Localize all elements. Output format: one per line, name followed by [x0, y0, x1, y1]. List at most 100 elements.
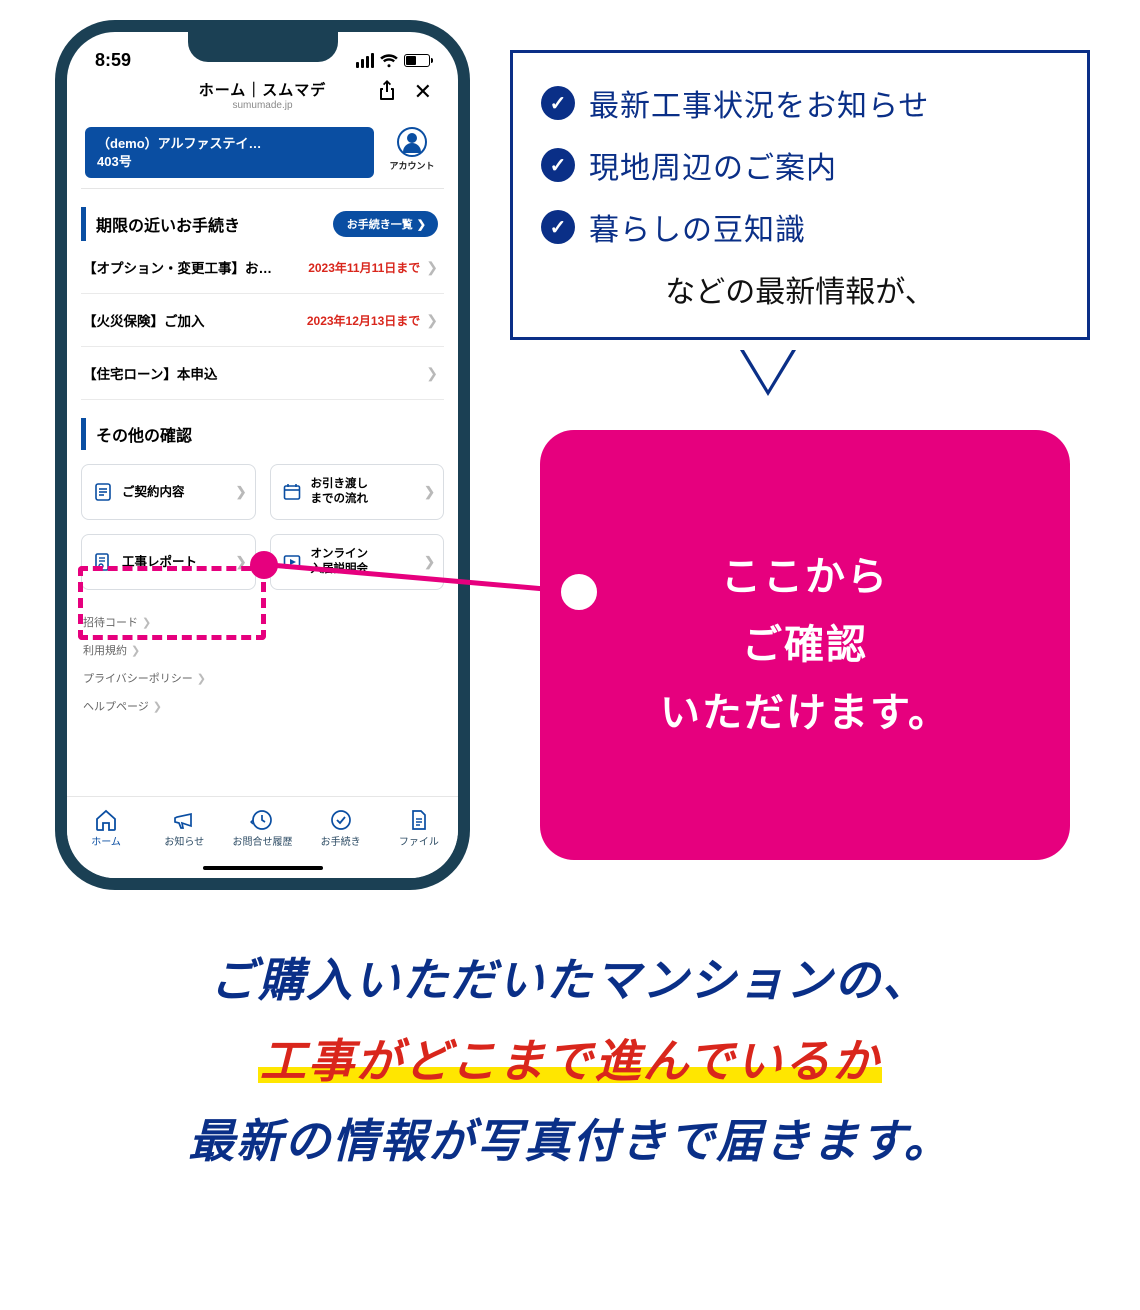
calendar-icon — [281, 481, 303, 503]
phone-notch — [188, 32, 338, 62]
megaphone-icon — [145, 807, 223, 833]
callout-arrow-inner — [744, 350, 792, 390]
browser-header: ホーム｜スムマデ sumumade.jp ✕ — [67, 75, 458, 121]
section-todos-title: 期限の近いお手続き — [96, 212, 240, 236]
chevron-right-icon: ❯ — [426, 365, 438, 382]
footer-link-label: 招待コード — [83, 617, 138, 629]
check-icon: ✓ — [541, 210, 575, 244]
tab-label: お問合せ履歴 — [223, 833, 301, 848]
battery-icon — [404, 54, 430, 67]
home-indicator — [203, 866, 323, 870]
footer-link[interactable]: 利用規約 ❯ — [83, 636, 442, 664]
bottom-line-1: ご購入いただいたマンションの、 — [0, 940, 1140, 1021]
check-icon: ✓ — [541, 86, 575, 120]
chevron-right-icon: ❯ — [426, 312, 438, 329]
todo-deadline: 2023年11月11日まで — [308, 259, 420, 276]
grid-btn-construction-report[interactable]: 工事レポート ❯ — [81, 534, 256, 590]
callout-box: ✓ 最新工事状況をお知らせ ✓ 現地周辺のご案内 ✓ 暮らしの豆知識 などの最新… — [510, 50, 1090, 340]
callout-item: ✓ 暮らしの豆知識 — [541, 205, 1059, 249]
phone-frame: 8:59 ホーム｜スムマデ sumumade.jp ✕ （demo）アルファステ… — [55, 20, 470, 890]
chevron-right-icon: ❯ — [142, 617, 151, 629]
callout-text: 現地周辺のご案内 — [589, 143, 837, 187]
chevron-right-icon: ❯ — [197, 673, 206, 685]
property-chip-line1: （demo）アルファステイ… — [97, 135, 362, 153]
todo-deadline: 2023年12月13日まで — [307, 312, 420, 329]
close-icon[interactable]: ✕ — [414, 79, 432, 105]
check-icon: ✓ — [541, 148, 575, 182]
grid-btn-handover-flow[interactable]: お引き渡し までの流れ ❯ — [270, 464, 445, 520]
bottom-line-2-text: 工事がどこまで進んでいるか — [258, 1035, 882, 1087]
footer-link[interactable]: 招待コード ❯ — [83, 608, 442, 636]
tab-news[interactable]: お知らせ — [145, 807, 223, 848]
todo-list-all-label: お手続き一覧 — [347, 216, 413, 232]
section-other-title: その他の確認 — [96, 422, 192, 446]
todo-item[interactable]: 【オプション・変更工事】お… 2023年11月11日まで ❯ — [81, 241, 444, 294]
tab-bar: ホーム お知らせ お問合せ履歴 お手続き ファイル — [67, 796, 458, 878]
callout-text: 暮らしの豆知識 — [589, 205, 806, 249]
phone-screen: 8:59 ホーム｜スムマデ sumumade.jp ✕ （demo）アルファステ… — [67, 32, 458, 878]
wifi-icon — [380, 54, 398, 68]
file-icon — [380, 807, 458, 833]
bottom-line-2: 工事がどこまで進んでいるか — [0, 1021, 1140, 1102]
account-button[interactable]: アカウント — [384, 127, 440, 172]
callout-tail: などの最新情報が、 — [541, 267, 1059, 311]
chevron-right-icon: ❯ — [236, 554, 247, 570]
grid-btn-online-briefing[interactable]: オンライン 入居説明会 ❯ — [270, 534, 445, 590]
signal-icon — [356, 53, 374, 68]
tab-label: ファイル — [380, 833, 458, 848]
history-icon — [223, 807, 301, 833]
connector-dot-start — [250, 551, 278, 579]
pink-card-line: いただけます。 — [660, 679, 950, 747]
footer-link[interactable]: ヘルプページ ❯ — [83, 692, 442, 720]
browser-title: ホーム｜スムマデ — [67, 79, 458, 100]
todo-list-all-button[interactable]: お手続き一覧 ❯ — [333, 211, 438, 237]
chevron-right-icon: ❯ — [424, 484, 435, 500]
callout-item: ✓ 最新工事状況をお知らせ — [541, 81, 1059, 125]
callout-text: 最新工事状況をお知らせ — [589, 81, 929, 125]
pink-card: ここから ご確認 いただけます。 — [540, 430, 1070, 860]
todo-item[interactable]: 【住宅ローン】本申込 ❯ — [81, 347, 444, 400]
status-icons — [356, 53, 430, 68]
browser-url: sumumade.jp — [67, 100, 458, 111]
grid-btn-label: お引き渡し までの流れ — [311, 477, 417, 507]
todo-title: 【オプション・変更工事】お… — [83, 257, 308, 277]
pink-card-line: ご確認 — [660, 611, 950, 679]
tab-procedures[interactable]: お手続き — [302, 807, 380, 848]
callout-item: ✓ 現地周辺のご案内 — [541, 143, 1059, 187]
footer-link-label: ヘルプページ — [83, 701, 149, 713]
grid-btn-contract[interactable]: ご契約内容 ❯ — [81, 464, 256, 520]
chevron-right-icon: ❯ — [131, 645, 140, 657]
report-icon — [92, 551, 114, 573]
todo-title: 【火災保険】ご加入 — [83, 310, 307, 330]
footer-link-label: プライバシーポリシー — [83, 673, 193, 685]
footer-link[interactable]: プライバシーポリシー ❯ — [83, 664, 442, 692]
property-chip[interactable]: （demo）アルファステイ… 403号 — [85, 127, 374, 178]
tab-label: お知らせ — [145, 833, 223, 848]
property-chip-line2: 403号 — [97, 153, 362, 171]
grid-btn-label: ご契約内容 — [122, 484, 228, 500]
pink-card-line: ここから — [660, 543, 950, 611]
grid-btn-label: 工事レポート — [122, 554, 228, 570]
status-time: 8:59 — [95, 50, 131, 71]
tab-inquiries[interactable]: お問合せ履歴 — [223, 807, 301, 848]
check-circle-icon — [302, 807, 380, 833]
footer-links: 招待コード ❯ 利用規約 ❯ プライバシーポリシー ❯ ヘルプページ ❯ — [83, 608, 442, 720]
todo-title: 【住宅ローン】本申込 — [83, 363, 420, 383]
chevron-right-icon: ❯ — [424, 554, 435, 570]
section-todos: 期限の近いお手続き お手続き一覧 ❯ 【オプション・変更工事】お… 2023年1… — [81, 207, 444, 400]
connector-dot-end — [555, 568, 603, 616]
chevron-right-icon: ❯ — [153, 701, 162, 713]
home-icon — [67, 807, 145, 833]
chevron-right-icon: ❯ — [426, 259, 438, 276]
todo-item[interactable]: 【火災保険】ご加入 2023年12月13日まで ❯ — [81, 294, 444, 347]
bottom-copy: ご購入いただいたマンションの、 工事がどこまで進んでいるか 最新の情報が写真付き… — [0, 940, 1140, 1182]
footer-link-label: 利用規約 — [83, 645, 127, 657]
tab-label: お手続き — [302, 833, 380, 848]
tab-files[interactable]: ファイル — [380, 807, 458, 848]
bottom-line-3: 最新の情報が写真付きで届きます。 — [0, 1101, 1140, 1182]
account-label: アカウント — [384, 159, 440, 172]
tab-home[interactable]: ホーム — [67, 807, 145, 848]
share-icon[interactable] — [378, 79, 396, 101]
account-icon — [397, 127, 427, 157]
chevron-right-icon: ❯ — [236, 484, 247, 500]
